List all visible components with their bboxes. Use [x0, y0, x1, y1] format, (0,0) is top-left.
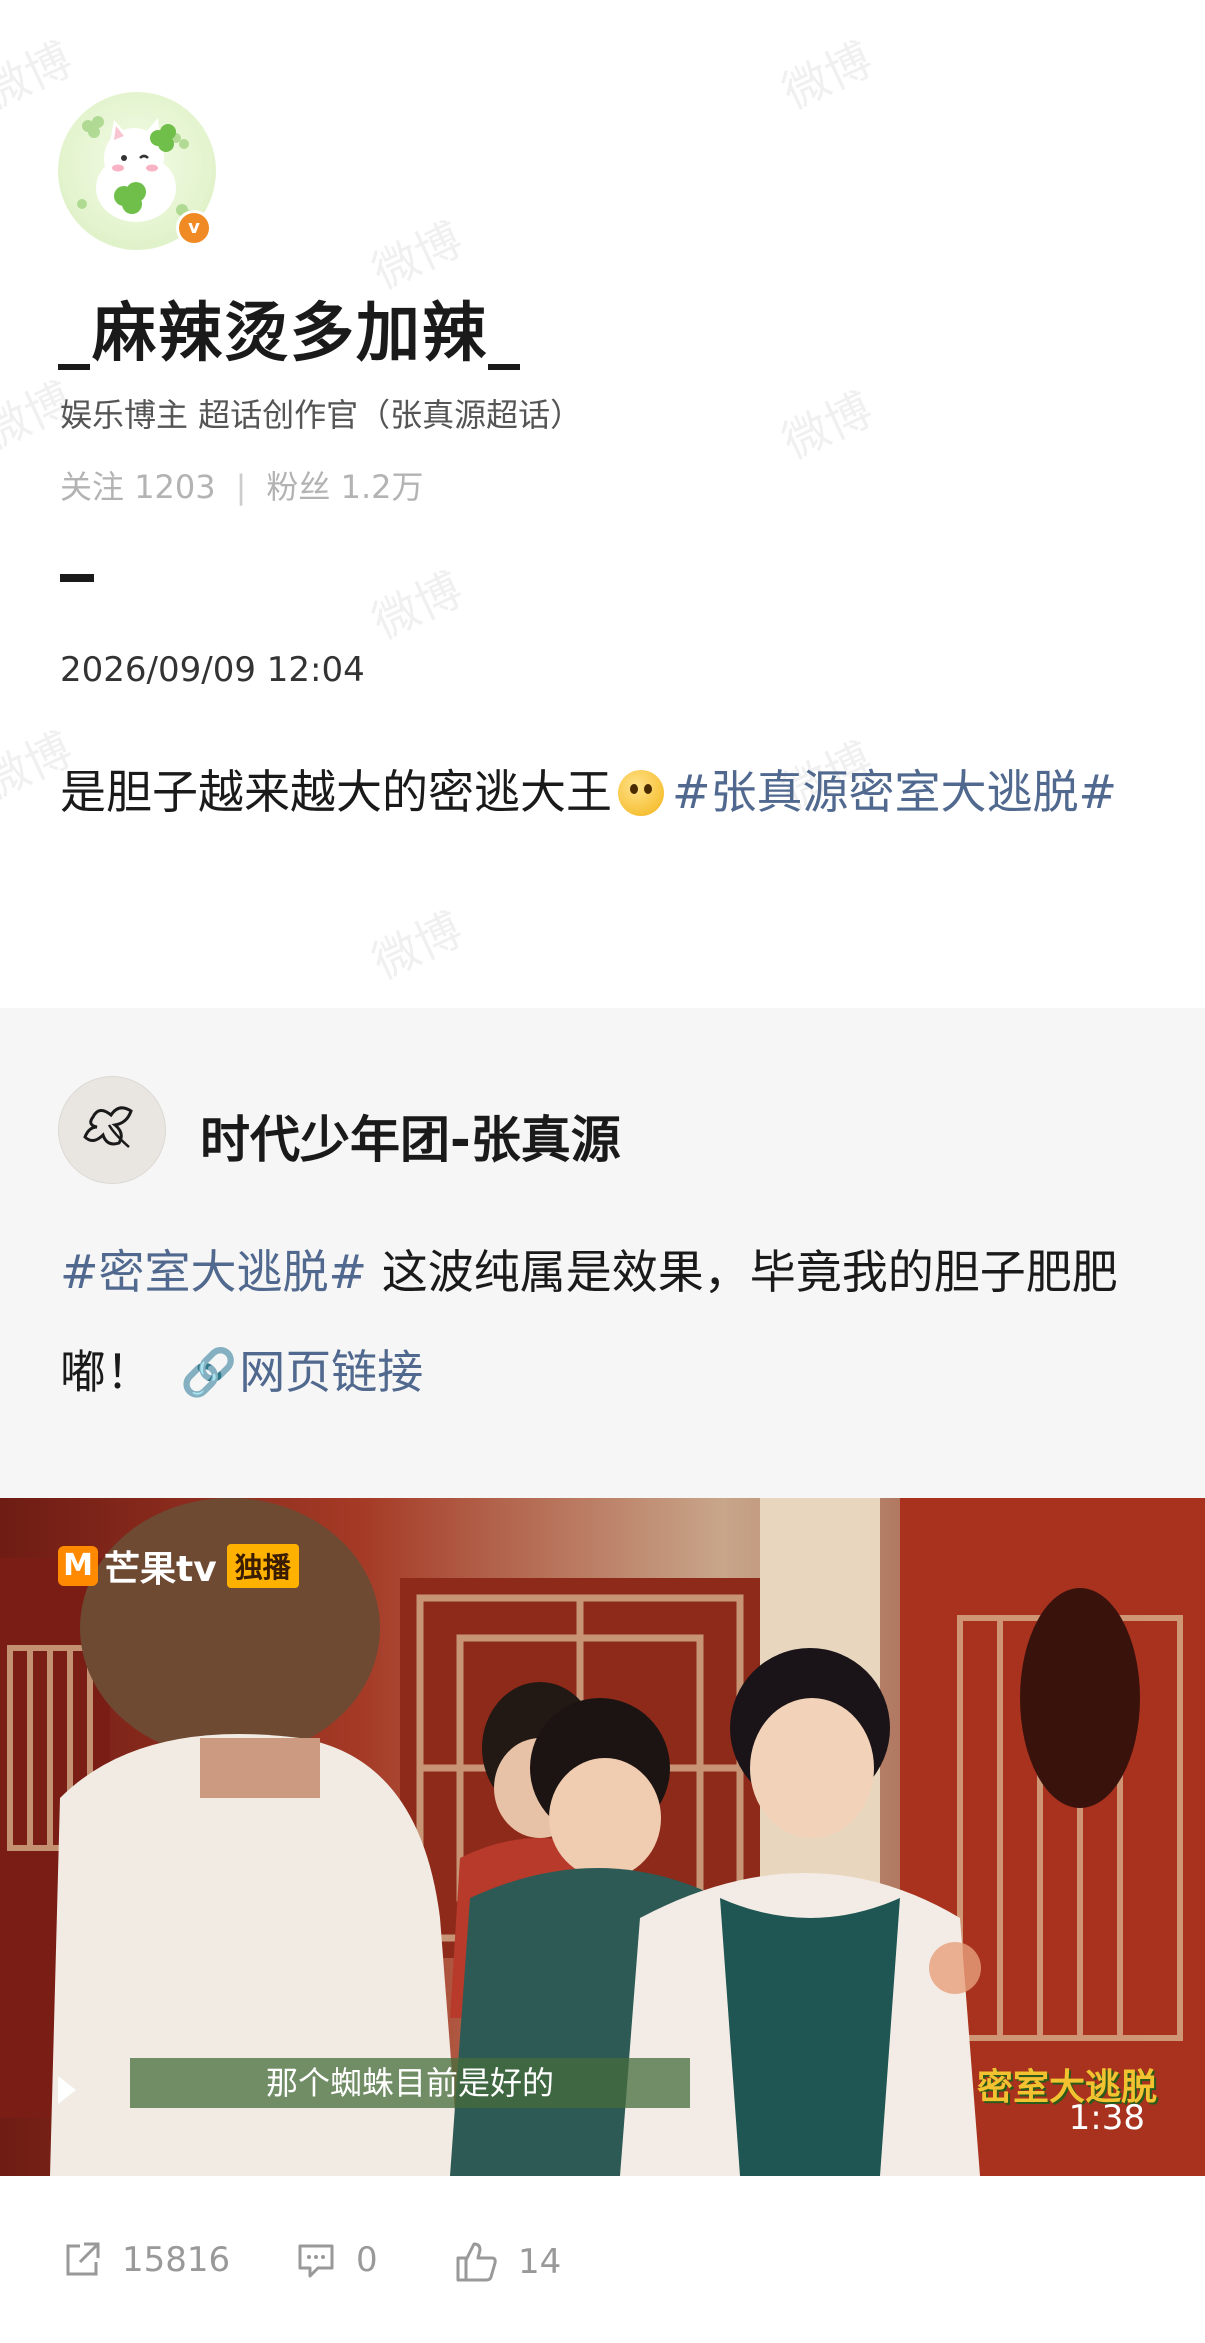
user-description: 娱乐博主 超话创作官（张真源超话） [60, 396, 583, 434]
watermark: 微博 [364, 561, 471, 650]
following-label: 关注 [60, 468, 125, 506]
username[interactable]: _麻辣烫多加辣_ [58, 282, 522, 374]
followers-label: 粉丝 [266, 468, 331, 506]
stats-divider: | [235, 468, 247, 506]
post-timestamp: 2026/09/09 12:04 [60, 650, 365, 690]
repost-author-avatar[interactable] [58, 1076, 166, 1184]
channel-name: 芒果tv [104, 1549, 217, 1590]
exclusive-badge: 独播 [226, 1544, 299, 1588]
pray-emoji-icon [618, 770, 664, 816]
share-count: 15816 [122, 2240, 231, 2280]
comment-icon [298, 2244, 334, 2278]
post-text: 是胆子越来越大的密逃大王 [60, 765, 612, 819]
play-icon[interactable] [58, 2076, 76, 2104]
video-subtitle: 那个蜘蛛目前是好的 [130, 2058, 690, 2108]
mango-tv-logo: M 芒果tv 独播 [58, 1540, 299, 1592]
thumbs-up-icon [456, 2242, 497, 2282]
post-content: 是胆子越来越大的密逃大王 #张真源密室大逃脱# [60, 742, 1150, 842]
comment-count: 0 [356, 2240, 378, 2280]
like-button[interactable]: 14 [452, 2238, 561, 2286]
watermark: 微博 [774, 381, 881, 470]
watermark: 微博 [774, 31, 881, 120]
post-hashtag-link[interactable]: #张真源密室大逃脱# [672, 765, 1117, 819]
separator-mark [60, 574, 94, 582]
repost-author-name[interactable]: 时代少年团-张真源 [200, 1100, 621, 1172]
repost-content: #密室大逃脱# 这波纯属是效果，毕竟我的胆子肥肥嘟！ 🔗网页链接 [60, 1222, 1150, 1422]
like-count: 14 [518, 2242, 562, 2282]
user-stats: 关注 1203 | 粉丝 1.2万 [60, 462, 424, 508]
link-icon: 🔗 [180, 1345, 238, 1399]
following-count: 1203 [134, 468, 216, 506]
repost-hashtag-link[interactable]: #密室大逃脱# [60, 1245, 367, 1299]
followers-count: 1.2万 [340, 468, 424, 506]
video-duration: 1:38 [1068, 2098, 1145, 2138]
share-icon [66, 2242, 100, 2276]
followers-stat[interactable]: 粉丝 1.2万 [266, 468, 423, 506]
user-avatar[interactable]: v [58, 92, 216, 250]
video-player[interactable]: M 芒果tv 独播 那个蜘蛛目前是好的 密室大逃脱 1:38 [0, 1498, 1205, 2176]
following-stat[interactable]: 关注 1203 [60, 468, 216, 506]
verified-badge-icon: v [176, 210, 212, 246]
repost-card[interactable]: 时代少年团-张真源 #密室大逃脱# 这波纯属是效果，毕竟我的胆子肥肥嘟！ 🔗网页链… [0, 1008, 1205, 1498]
watermark: 微博 [364, 901, 471, 990]
web-link[interactable]: 网页链接 [239, 1345, 423, 1399]
comment-button[interactable]: 0 [294, 2238, 378, 2282]
mango-tv-logo-icon: M [58, 1546, 98, 1586]
action-bar: 15816 0 14 [0, 2176, 1205, 2343]
share-button[interactable]: 15816 [60, 2238, 230, 2282]
